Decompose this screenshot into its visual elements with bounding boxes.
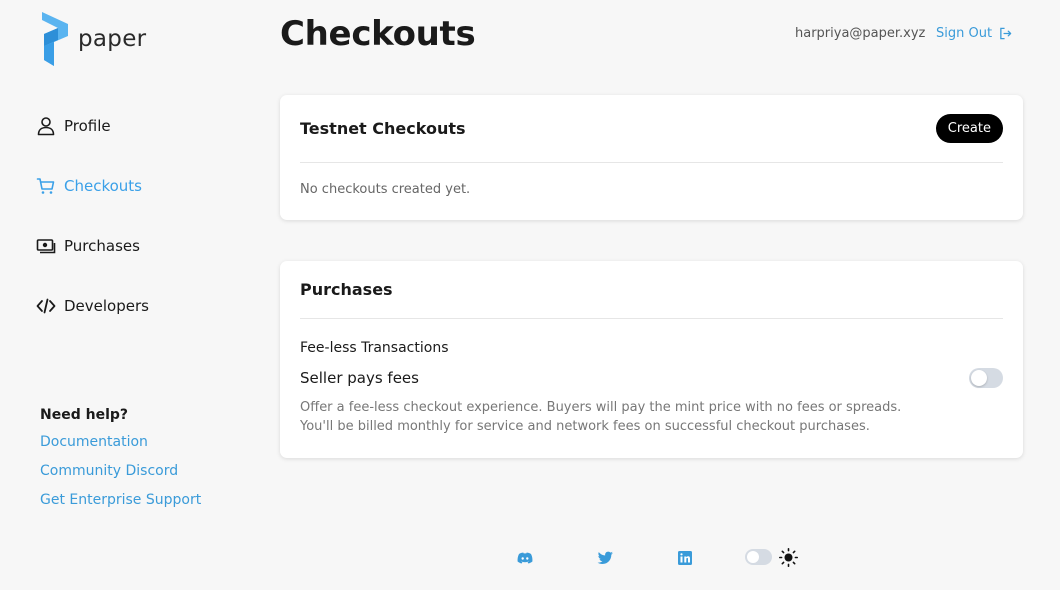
testnet-checkouts-card: Testnet Checkouts Create No checkouts cr…	[280, 95, 1023, 220]
sidebar-item-label: Checkouts	[64, 177, 142, 195]
seller-pays-fees-label: Seller pays fees	[300, 369, 419, 387]
community-discord-link[interactable]: Community Discord	[40, 462, 201, 481]
description-line: Offer a fee-less checkout experience. Bu…	[300, 400, 902, 415]
documentation-link[interactable]: Documentation	[40, 433, 201, 452]
user-icon	[37, 117, 55, 136]
discord-icon	[517, 552, 533, 564]
page-title: Checkouts	[280, 14, 476, 54]
empty-state-text: No checkouts created yet.	[300, 182, 471, 197]
brand-name: paper	[78, 26, 147, 52]
code-icon	[36, 298, 56, 314]
sign-out-icon	[1000, 27, 1012, 40]
sign-out-label: Sign Out	[936, 26, 993, 41]
user-email: harpriya@paper.xyz	[795, 26, 926, 41]
enterprise-support-link[interactable]: Get Enterprise Support	[40, 491, 201, 510]
sidebar-item-label: Purchases	[64, 237, 140, 255]
theme-toggle[interactable]	[745, 549, 772, 565]
fee-less-description: Offer a fee-less checkout experience. Bu…	[300, 398, 1003, 436]
fee-less-transactions-label: Fee-less Transactions	[300, 340, 449, 356]
help-section: Need help? Documentation Community Disco…	[40, 407, 201, 520]
sidebar-item-developers[interactable]: Developers	[36, 296, 149, 316]
description-line: You'll be billed monthly for service and…	[300, 419, 870, 434]
seller-pays-fees-toggle[interactable]	[969, 368, 1003, 388]
sun-icon	[779, 548, 798, 567]
sign-out-button[interactable]: Sign Out	[936, 26, 1012, 41]
sidebar-item-label: Profile	[64, 117, 111, 135]
linkedin-icon	[678, 551, 692, 565]
paper-logo-icon	[42, 12, 68, 66]
card-title: Testnet Checkouts	[300, 119, 466, 138]
sidebar-item-checkouts[interactable]: Checkouts	[36, 176, 142, 196]
twitter-link[interactable]	[596, 549, 614, 567]
discord-link[interactable]	[516, 549, 534, 567]
help-title: Need help?	[40, 407, 129, 423]
create-button[interactable]: Create	[935, 114, 1003, 143]
sidebar-item-profile[interactable]: Profile	[36, 116, 111, 136]
purchases-card: Purchases Fee-less Transactions Seller p…	[280, 261, 1023, 458]
brand-logo[interactable]: paper	[40, 12, 146, 68]
money-icon	[36, 239, 56, 254]
card-title: Purchases	[300, 280, 393, 299]
cart-icon	[36, 178, 55, 194]
card-header: Testnet Checkouts Create	[300, 95, 1003, 163]
card-header: Purchases	[300, 261, 1003, 319]
sidebar-item-label: Developers	[64, 297, 149, 315]
linkedin-link[interactable]	[676, 549, 694, 567]
seller-pays-fees-row: Seller pays fees	[300, 368, 1003, 388]
sidebar-item-purchases[interactable]: Purchases	[36, 236, 140, 256]
twitter-icon	[597, 551, 613, 564]
